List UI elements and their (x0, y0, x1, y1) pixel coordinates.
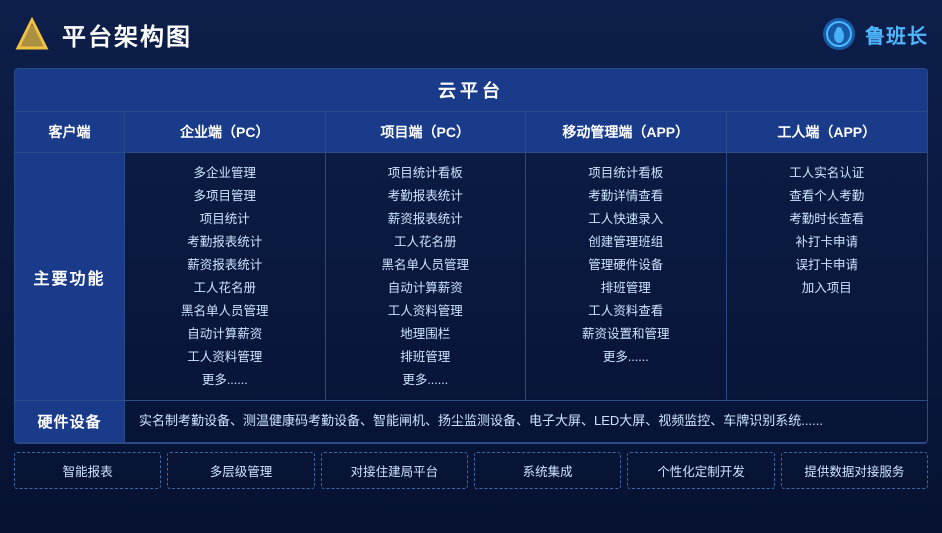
feature-item: 多项目管理 (133, 186, 317, 206)
mobile-features: 项目统计看板考勤详情查看工人快速录入创建管理班组管理硬件设备排班管理工人资料查看… (526, 153, 727, 400)
feature-item: 黑名单人员管理 (133, 301, 317, 321)
feature-item: 补打卡申请 (735, 232, 920, 252)
feature-item: 工人资料查看 (534, 301, 718, 321)
brand-name: 鲁班长 (865, 20, 928, 49)
feature-item: 薪资设置和管理 (534, 324, 718, 344)
feature-item: 自动计算薪资 (133, 324, 317, 344)
logo-icon (14, 16, 50, 52)
feature-item: 误打卡申请 (735, 255, 920, 275)
col-enterprise: 企业端（PC） (125, 112, 326, 152)
feature-item: 黑名单人员管理 (334, 255, 518, 275)
feature-item: 排班管理 (334, 347, 518, 367)
feature-item: 项目统计看板 (534, 163, 718, 183)
feature-item: 薪资报表统计 (334, 209, 518, 229)
feature-item: 工人实名认证 (735, 163, 920, 183)
hardware-content: 实名制考勤设备、测温健康码考勤设备、智能闸机、扬尘监测设备、电子大屏、LED大屏… (125, 401, 927, 442)
feature-item: 工人快速录入 (534, 209, 718, 229)
tag-item: 智能报表 (14, 452, 161, 489)
feature-item: 考勤详情查看 (534, 186, 718, 206)
feature-item: 地理围栏 (334, 324, 518, 344)
header-left: 平台架构图 (14, 16, 192, 52)
hardware-label: 硬件设备 (15, 401, 125, 442)
feature-item: 工人花名册 (334, 232, 518, 252)
feature-item: 考勤时长查看 (735, 209, 920, 229)
tag-item: 对接住建局平台 (321, 452, 468, 489)
feature-item: 工人花名册 (133, 278, 317, 298)
feature-item: 考勤报表统计 (133, 232, 317, 252)
main-table: 云平台 客户端 企业端（PC） 项目端（PC） 移动管理端（APP） 工人端（A… (14, 68, 928, 444)
col-worker: 工人端（APP） (727, 112, 928, 152)
col-mobile: 移动管理端（APP） (526, 112, 727, 152)
feature-item: 考勤报表统计 (334, 186, 518, 206)
enterprise-features: 多企业管理多项目管理项目统计考勤报表统计薪资报表统计工人花名册黑名单人员管理自动… (125, 153, 326, 400)
page-wrapper: 平台架构图 鲁班长 云平台 客户端 企业端（PC） (0, 0, 942, 533)
project-features: 项目统计看板考勤报表统计薪资报表统计工人花名册黑名单人员管理自动计算薪资工人资料… (326, 153, 527, 400)
feature-item: 项目统计看板 (334, 163, 518, 183)
tag-item: 系统集成 (474, 452, 621, 489)
page-title: 平台架构图 (62, 17, 192, 52)
feature-item: 工人资料管理 (334, 301, 518, 321)
header: 平台架构图 鲁班长 (14, 10, 928, 58)
feature-item: 更多...... (334, 370, 518, 390)
feature-item: 薪资报表统计 (133, 255, 317, 275)
feature-item: 创建管理班组 (534, 232, 718, 252)
feature-item: 加入项目 (735, 278, 920, 298)
tag-item: 提供数据对接服务 (781, 452, 928, 489)
hardware-row: 硬件设备 实名制考勤设备、测温健康码考勤设备、智能闸机、扬尘监测设备、电子大屏、… (15, 401, 927, 443)
feature-item: 排班管理 (534, 278, 718, 298)
tag-item: 多层级管理 (167, 452, 314, 489)
worker-features: 工人实名认证查看个人考勤考勤时长查看补打卡申请误打卡申请加入项目 (727, 153, 928, 400)
feature-item: 更多...... (133, 370, 317, 390)
column-headers: 客户端 企业端（PC） 项目端（PC） 移动管理端（APP） 工人端（APP） (15, 112, 927, 153)
feature-item: 工人资料管理 (133, 347, 317, 367)
cloud-platform-header: 云平台 (15, 69, 927, 112)
main-function-row: 主要功能 多企业管理多项目管理项目统计考勤报表统计薪资报表统计工人花名册黑名单人… (15, 153, 927, 401)
feature-item: 多企业管理 (133, 163, 317, 183)
feature-item: 管理硬件设备 (534, 255, 718, 275)
feature-item: 更多...... (534, 347, 718, 367)
main-function-label: 主要功能 (15, 153, 125, 400)
col-client: 客户端 (15, 112, 125, 152)
feature-item: 查看个人考勤 (735, 186, 920, 206)
tags-row: 智能报表多层级管理对接住建局平台系统集成个性化定制开发提供数据对接服务 (14, 452, 928, 489)
tag-item: 个性化定制开发 (627, 452, 774, 489)
col-project: 项目端（PC） (326, 112, 527, 152)
feature-item: 项目统计 (133, 209, 317, 229)
brand-logo: 鲁班长 (821, 16, 928, 52)
brand-icon (821, 16, 857, 52)
feature-item: 自动计算薪资 (334, 278, 518, 298)
